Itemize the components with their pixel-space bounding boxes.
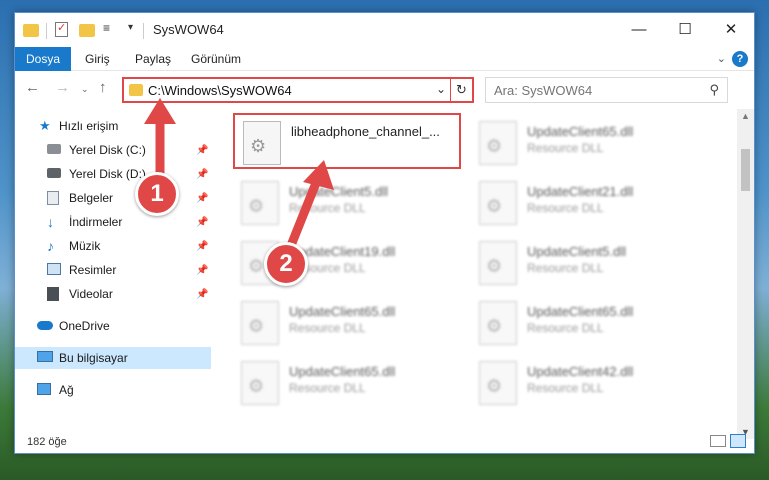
callout-number-1: 1 bbox=[135, 172, 179, 216]
callout-arrowhead-2 bbox=[303, 160, 334, 190]
annotation-overlay bbox=[144, 98, 334, 253]
callout-arrow-2 bbox=[285, 173, 323, 253]
callout-arrowhead-1 bbox=[144, 98, 176, 124]
callout-number-2: 2 bbox=[264, 242, 308, 286]
